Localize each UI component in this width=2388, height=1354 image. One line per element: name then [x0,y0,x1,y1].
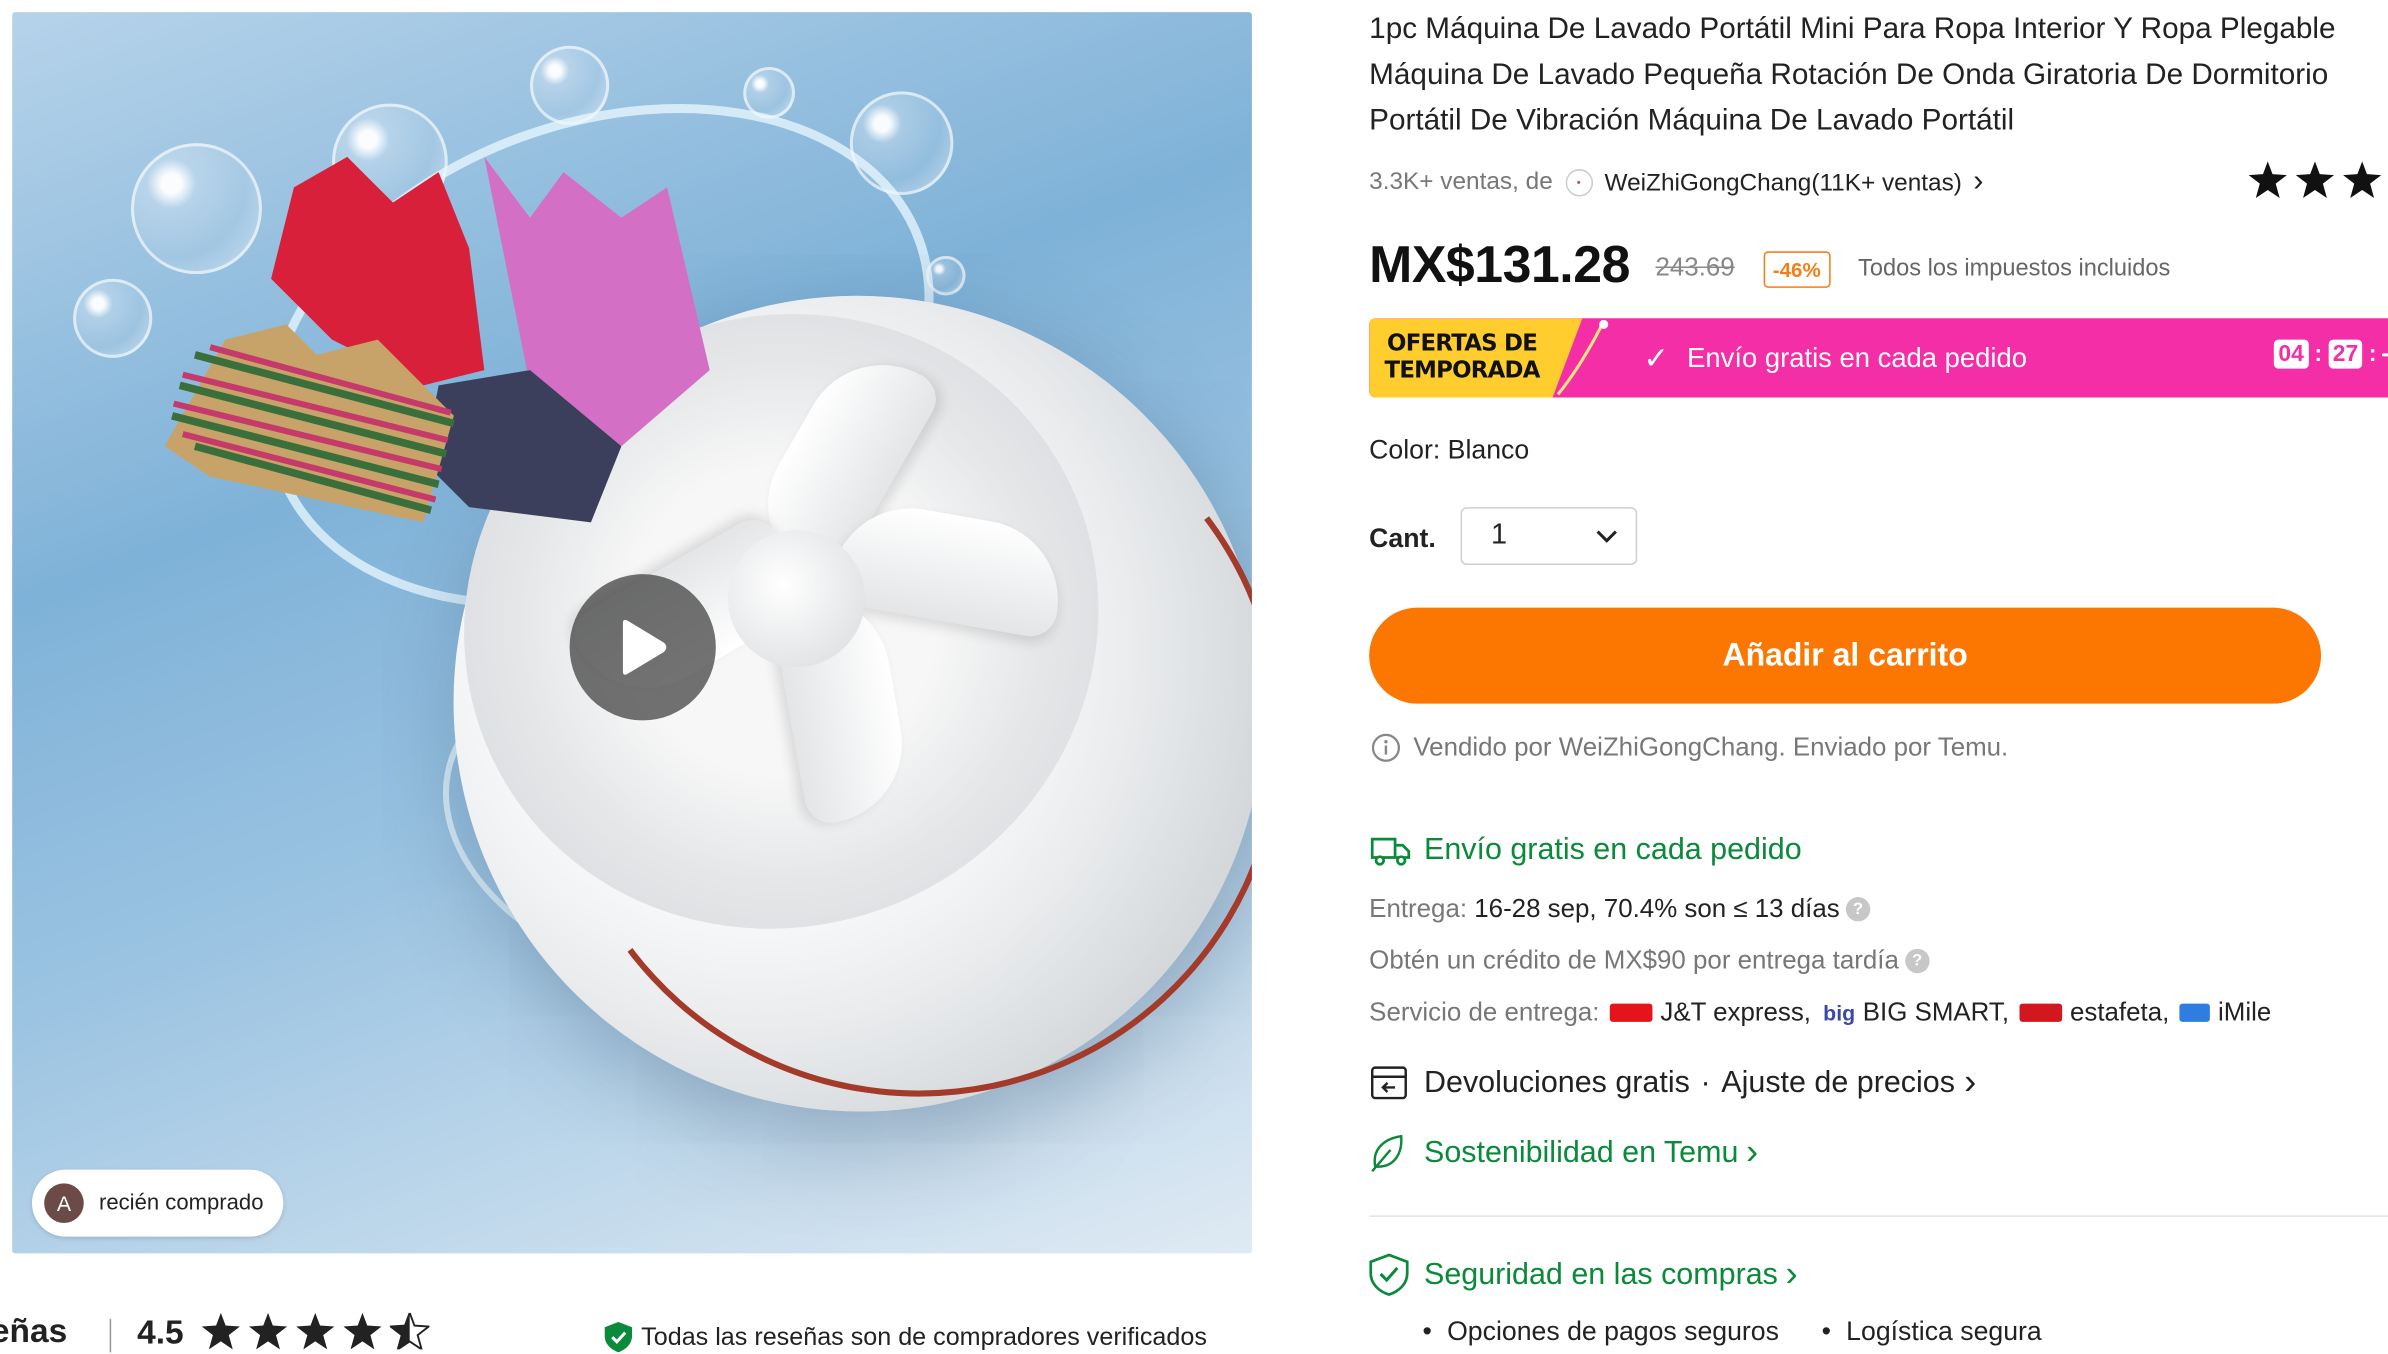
sparkle-decoration [1556,319,1609,396]
verified-reviews-note: Todas las reseñas son de compradores ver… [604,1321,1207,1353]
reviews-divider [109,1318,112,1353]
security-items: Opciones de pagos seguros Logística segu… [1422,1316,2042,1348]
separator-dot: · [1700,1065,1711,1099]
product-title-line-1: 1pc Máquina De Lavado Portátil Mini Para… [1369,12,2336,46]
impeller-hub [727,530,866,668]
play-video-button[interactable] [569,574,716,721]
section-divider [1369,1215,2388,1217]
sustainability-link[interactable]: Sostenibilidad en Temu › [1369,1132,1758,1175]
product-title-line-3: Portátil De Vibración Máquina De Lavado … [1369,103,2015,138]
check-icon: ✓ [1643,342,1669,377]
quantity-label: Cant. [1369,522,1436,553]
avatar: A [44,1183,84,1223]
late-credit-text: Obtén un crédito de MX$90 por entrega ta… [1369,945,1899,975]
free-returns-label: Devoluciones gratis [1424,1065,1690,1099]
chevron-right-icon: › [1973,164,1984,198]
quantity-select[interactable]: 1 [1460,507,1638,566]
add-to-cart-button[interactable]: Añadir al carrito [1369,607,2322,704]
star-icon [2343,161,2382,198]
quantity-value: 1 [1491,519,1508,552]
promo-free-shipping: ✓ Envío gratis en cada pedido [1643,340,2027,378]
star-icon [201,1312,240,1350]
chevron-right-icon: › [1785,1253,1798,1295]
color-label: Color: Blanco [1369,434,1530,465]
star-icon [296,1312,335,1350]
chevron-right-icon: › [1964,1061,1977,1103]
security-item: Opciones de pagos seguros [1422,1316,1779,1348]
jt-express-logo-icon [1610,1003,1653,1022]
tax-note: Todos los impuestos incluidos [1858,255,2171,282]
countdown-timer: 04 : 27 : [2273,339,2388,369]
help-icon[interactable]: ? [1904,948,1930,974]
promo-free-shipping-text: Envío gratis en cada pedido [1687,342,2027,374]
purchase-security-link[interactable]: Seguridad en las compras › [1369,1253,1798,1296]
sales-row: 3.3K+ ventas, de ● WeiZhiGongChang(11K+ … [1369,164,1983,199]
discount-badge: -46% [1763,251,1830,288]
shield-check-icon [1369,1253,1409,1296]
carrier-name: iMile [2218,997,2272,1027]
star-icon [2295,161,2335,198]
rating-stars [201,1312,430,1350]
recently-purchased-label: recién comprado [98,1190,264,1216]
bubble-graphic [73,278,153,358]
star-icon [248,1312,288,1350]
star-half-icon [389,1312,430,1350]
store-link[interactable]: WeiZhiGongChang(11K+ ventas) › [1605,164,1984,199]
original-price: 243.69 [1655,252,1735,282]
delivery-label: Entrega: [1369,894,1468,923]
star-icon [343,1312,382,1350]
seasonal-offers-label: OFERTAS DE TEMPORADA [1384,328,1541,384]
returns-row[interactable]: Devoluciones gratis · Ajuste de precios … [1369,1062,1976,1105]
free-shipping-heading-text: Envío gratis en cada pedido [1424,833,1802,867]
recently-purchased-chip: A recién comprado [31,1169,284,1237]
product-title-line-2: Máquina De Lavado Pequeña Rotación De On… [1369,57,2329,92]
leaf-icon [1371,1134,1403,1172]
truck-icon [1370,837,1411,865]
late-credit-row: Obtén un crédito de MX$90 por entrega ta… [1369,945,1930,976]
star-icon [2248,161,2287,198]
carrier-name: J&T express, [1660,997,1811,1027]
help-icon[interactable]: ? [1845,897,1871,922]
store-name: WeiZhiGongChang(11K+ ventas) [1604,170,1962,197]
timer-seconds [2382,352,2388,356]
imile-logo-icon [2179,1003,2211,1022]
security-item: Logística segura [1822,1316,2042,1348]
play-icon [622,619,667,675]
chevron-down-icon [1596,529,1617,543]
delivery-value: 16-28 sep, 70.4% son ≤ 13 días [1474,894,1840,923]
reviews-heading: eñas [0,1311,68,1350]
current-price: MX$131.28 [1369,236,1630,294]
purchase-security-label: Seguridad en las compras [1424,1257,1778,1291]
info-icon [1371,733,1401,762]
free-shipping-heading[interactable]: Envío gratis en cada pedido [1369,833,1802,868]
verified-reviews-text: Todas las reseñas son de compradores ver… [641,1322,1207,1351]
seller-note: Vendido por WeiZhiGongChang. Enviado por… [1371,732,2009,763]
return-box-icon [1371,1066,1407,1100]
carriers-row: Servicio de entrega: J&T express, big BI… [1369,998,2271,1028]
timer-minutes: 27 [2328,339,2363,369]
seller-note-text: Vendido por WeiZhiGongChang. Enviado por… [1413,732,2009,762]
big-smart-logo-icon: big [1823,1000,1856,1025]
sales-count: 3.3K+ ventas, de [1369,168,1553,195]
estafeta-logo-icon [2019,1003,2063,1022]
sustainability-label: Sostenibilidad en Temu [1424,1135,1739,1169]
seasonal-offers-badge: OFERTAS DE TEMPORADA [1369,318,1583,398]
carrier-name: estafeta, [2069,997,2170,1027]
product-image[interactable]: A recién comprado [12,12,1252,1254]
delivery-row: Entrega: 16-28 sep, 70.4% son ≤ 13 días … [1369,894,1871,924]
carriers-label: Servicio de entrega: [1369,997,1600,1027]
rating-value: 4.5 [137,1312,184,1351]
chevron-right-icon: › [1746,1131,1759,1173]
store-logo-icon: ● [1564,168,1593,196]
carrier-name: BIG SMART, [1862,997,2010,1027]
shield-check-icon [604,1321,633,1353]
promo-banner: OFERTAS DE TEMPORADA ✓ Envío gratis en c… [1369,318,2388,398]
garments-graphic [164,156,710,523]
header-rating-stars[interactable] [2248,161,2382,198]
timer-hours: 04 [2273,339,2309,369]
price-adjust-label: Ajuste de precios [1721,1065,1955,1099]
